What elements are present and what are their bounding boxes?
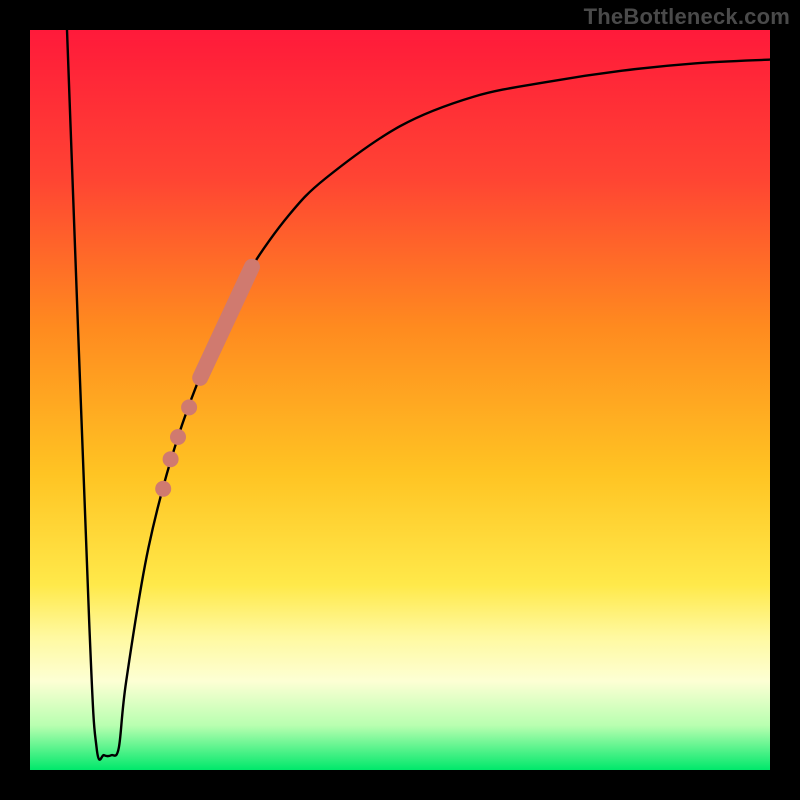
plot-area	[30, 30, 770, 770]
marker-dot	[170, 429, 186, 445]
chart-frame: TheBottleneck.com	[0, 0, 800, 800]
watermark-text: TheBottleneck.com	[584, 4, 790, 30]
marker-dot	[181, 399, 197, 415]
marker-dot	[163, 451, 179, 467]
marker-dot	[155, 481, 171, 497]
bottleneck-chart	[0, 0, 800, 800]
gradient-background	[30, 30, 770, 770]
